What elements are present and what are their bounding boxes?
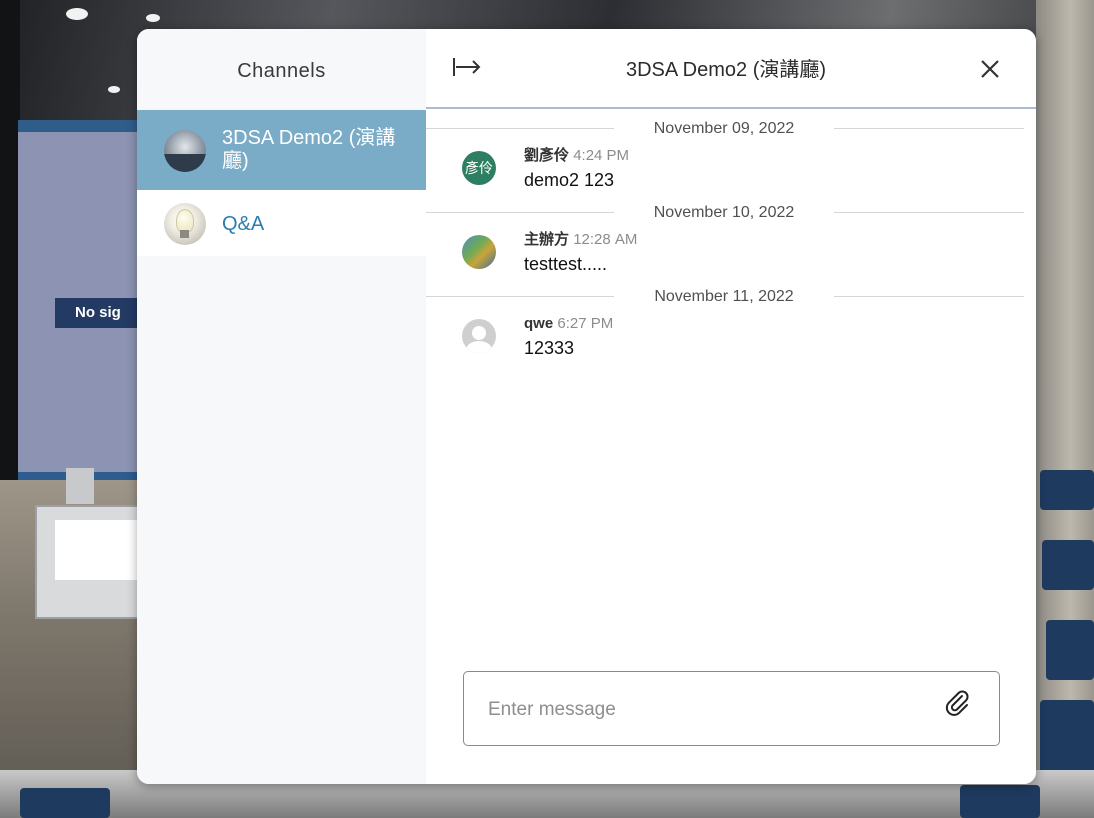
seat [960, 785, 1040, 818]
message-author: 劉彥伶 [524, 147, 570, 164]
lightbulb-icon [164, 203, 206, 245]
message-text: demo2 123 [524, 170, 615, 190]
message-input[interactable] [486, 694, 930, 726]
ceiling-light [146, 14, 160, 22]
ceiling-light [108, 86, 120, 93]
message-author: qwe [524, 315, 554, 332]
message-time: 12:28 AM [573, 231, 638, 248]
seat [20, 788, 110, 818]
message-meta: 劉彥伶 4:24 PM [524, 147, 629, 165]
ceiling-light [66, 8, 88, 20]
channel-item-qa[interactable]: Q&A [137, 190, 426, 256]
seat [1042, 540, 1094, 590]
message-item: qwe 6:27 PM 12333 [462, 315, 1002, 367]
seat [1040, 700, 1094, 780]
message-author: 主辦方 [524, 231, 570, 248]
paperclip-icon[interactable] [942, 688, 972, 718]
date-label: November 09, 2022 [653, 120, 795, 137]
auditorium-thumbnail-icon [164, 130, 206, 172]
message-composer [463, 671, 1000, 746]
message-time: 4:24 PM [573, 147, 630, 164]
chat-header: 3DSA Demo2 (演講廳) [426, 29, 1036, 109]
no-signal-label: No sig [55, 298, 145, 328]
message-time: 6:27 PM [557, 315, 614, 332]
message-list[interactable]: November 09, 2022 彥伶 劉彥伶 4:24 PM demo2 1… [426, 109, 1036, 669]
close-icon[interactable] [974, 53, 1008, 87]
chat-main: 3DSA Demo2 (演講廳) November 09, 2022 彥伶 劉彥… [426, 29, 1036, 784]
date-separator: November 10, 2022 [426, 203, 1024, 223]
message-item: 主辦方 12:28 AM testtest..... [462, 231, 1002, 283]
message-text: 12333 [524, 338, 575, 358]
chat-title: 3DSA Demo2 (演講廳) [625, 59, 827, 81]
channel-label: 3DSA Demo2 (演講廳) [222, 127, 396, 172]
seat [1046, 620, 1094, 680]
message-text: testtest..... [524, 254, 608, 274]
seat [1040, 470, 1094, 510]
channel-label: Q&A [222, 213, 265, 235]
collapse-right-icon[interactable] [451, 53, 485, 83]
message-meta: qwe 6:27 PM [524, 315, 613, 333]
avatar [462, 235, 496, 269]
channel-item-3dsa-demo2[interactable]: 3DSA Demo2 (演講廳) [137, 110, 426, 190]
date-label: November 11, 2022 [654, 288, 794, 305]
sidebar-title: Channels [137, 29, 426, 110]
message-item: 彥伶 劉彥伶 4:24 PM demo2 123 [462, 147, 1002, 199]
chat-panel: Channels 3DSA Demo2 (演講廳) Q&A 3DSA Demo2… [137, 29, 1036, 784]
podium-panel [55, 520, 140, 580]
date-label: November 10, 2022 [653, 204, 795, 221]
avatar: 彥伶 [462, 151, 496, 185]
date-separator: November 09, 2022 [426, 119, 1024, 139]
right-wall [1036, 0, 1094, 818]
default-user-avatar-icon [462, 319, 496, 353]
microphone [66, 468, 94, 504]
message-meta: 主辦方 12:28 AM [524, 231, 637, 249]
channel-sidebar: Channels 3DSA Demo2 (演講廳) Q&A [137, 29, 426, 784]
date-separator: November 11, 2022 [426, 287, 1024, 307]
